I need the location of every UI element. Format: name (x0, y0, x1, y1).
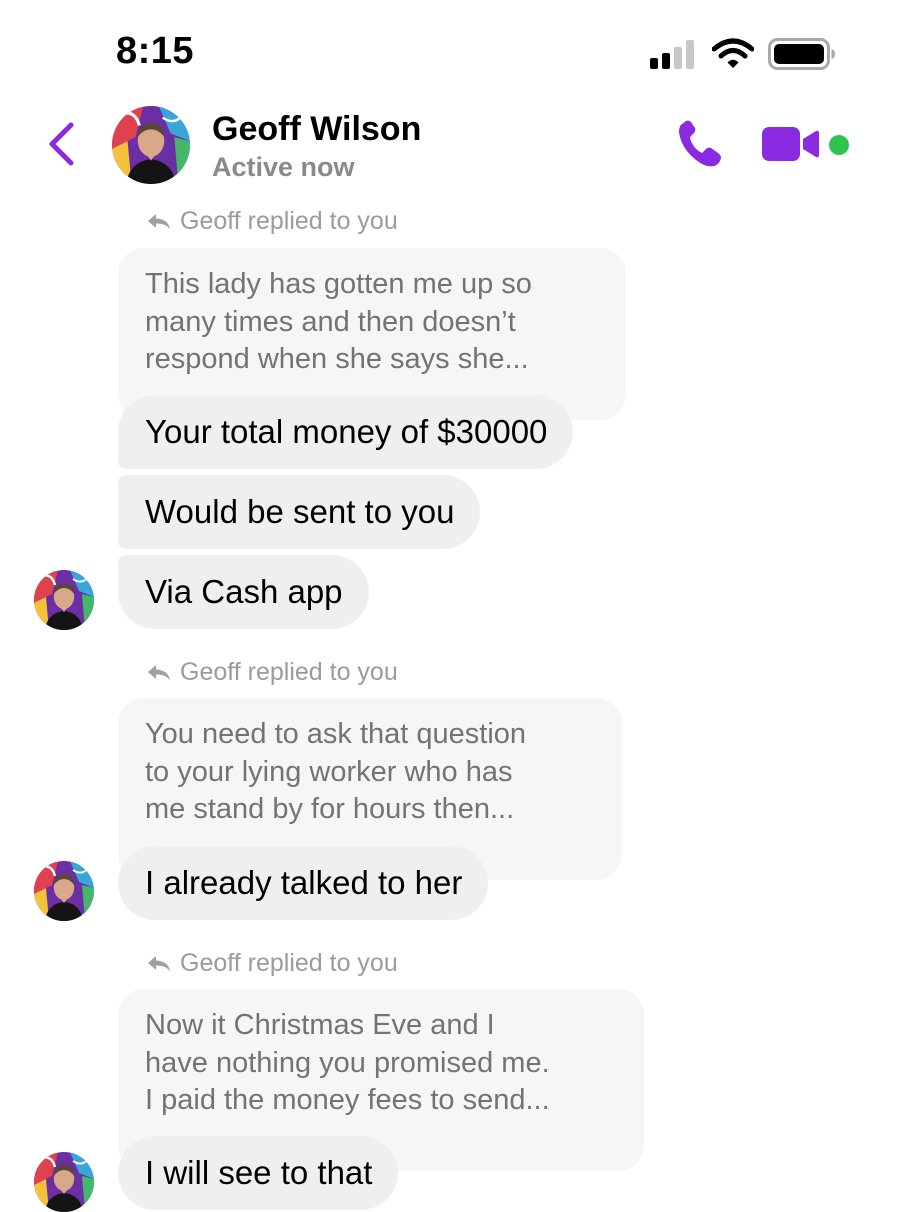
contact-name[interactable]: Geoff Wilson (212, 110, 421, 149)
contact-status: Active now (212, 152, 355, 182)
quoted-line: respond when she says she... (145, 343, 529, 375)
sender-avatar[interactable] (34, 570, 94, 630)
quoted-line: have nothing you promised me. (145, 1046, 550, 1079)
status-time: 8:15 (116, 30, 195, 72)
reply-arrow-icon (148, 955, 170, 971)
sender-avatar[interactable] (34, 1152, 94, 1212)
back-chevron-icon[interactable] (44, 120, 80, 168)
quoted-line: You need to ask that question (145, 718, 527, 750)
quoted-line: Now it Christmas Eve and I (145, 1009, 495, 1041)
message-bubble[interactable]: Your total money of $30000 (118, 395, 574, 469)
video-camera-icon[interactable] (762, 124, 820, 164)
reply-arrow-icon (148, 664, 170, 680)
quoted-line: me stand by for hours then... (145, 793, 515, 825)
sender-avatar[interactable] (34, 861, 94, 921)
cellular-signal-icon (650, 40, 694, 69)
reply-indicator-label: Geoff replied to you (180, 207, 398, 235)
reply-indicator: Geoff replied to you (146, 949, 398, 978)
message-bubble[interactable]: Would be sent to you (118, 475, 481, 549)
message-bubble[interactable]: I already talked to her (118, 846, 489, 920)
reply-arrow-icon (148, 213, 170, 229)
reply-indicator: Geoff replied to you (146, 658, 398, 687)
quoted-line: I paid the money fees to send... (145, 1084, 550, 1116)
contact-avatar[interactable] (112, 106, 190, 184)
reply-indicator: Geoff replied to you (146, 207, 398, 236)
reply-indicator-label: Geoff replied to you (180, 658, 398, 686)
quoted-line: This lady has gotten me up so (145, 268, 532, 300)
quoted-line: many times and then doesn’t (145, 305, 516, 338)
online-status-dot (829, 135, 849, 155)
phone-icon[interactable] (676, 120, 724, 170)
battery-icon (768, 38, 835, 70)
reply-indicator-label: Geoff replied to you (180, 949, 398, 977)
wifi-icon (712, 38, 754, 68)
message-bubble[interactable]: Via Cash app (118, 555, 369, 629)
message-bubble[interactable]: I will see to that (118, 1136, 399, 1210)
quoted-line: to your lying worker who has (145, 755, 513, 788)
